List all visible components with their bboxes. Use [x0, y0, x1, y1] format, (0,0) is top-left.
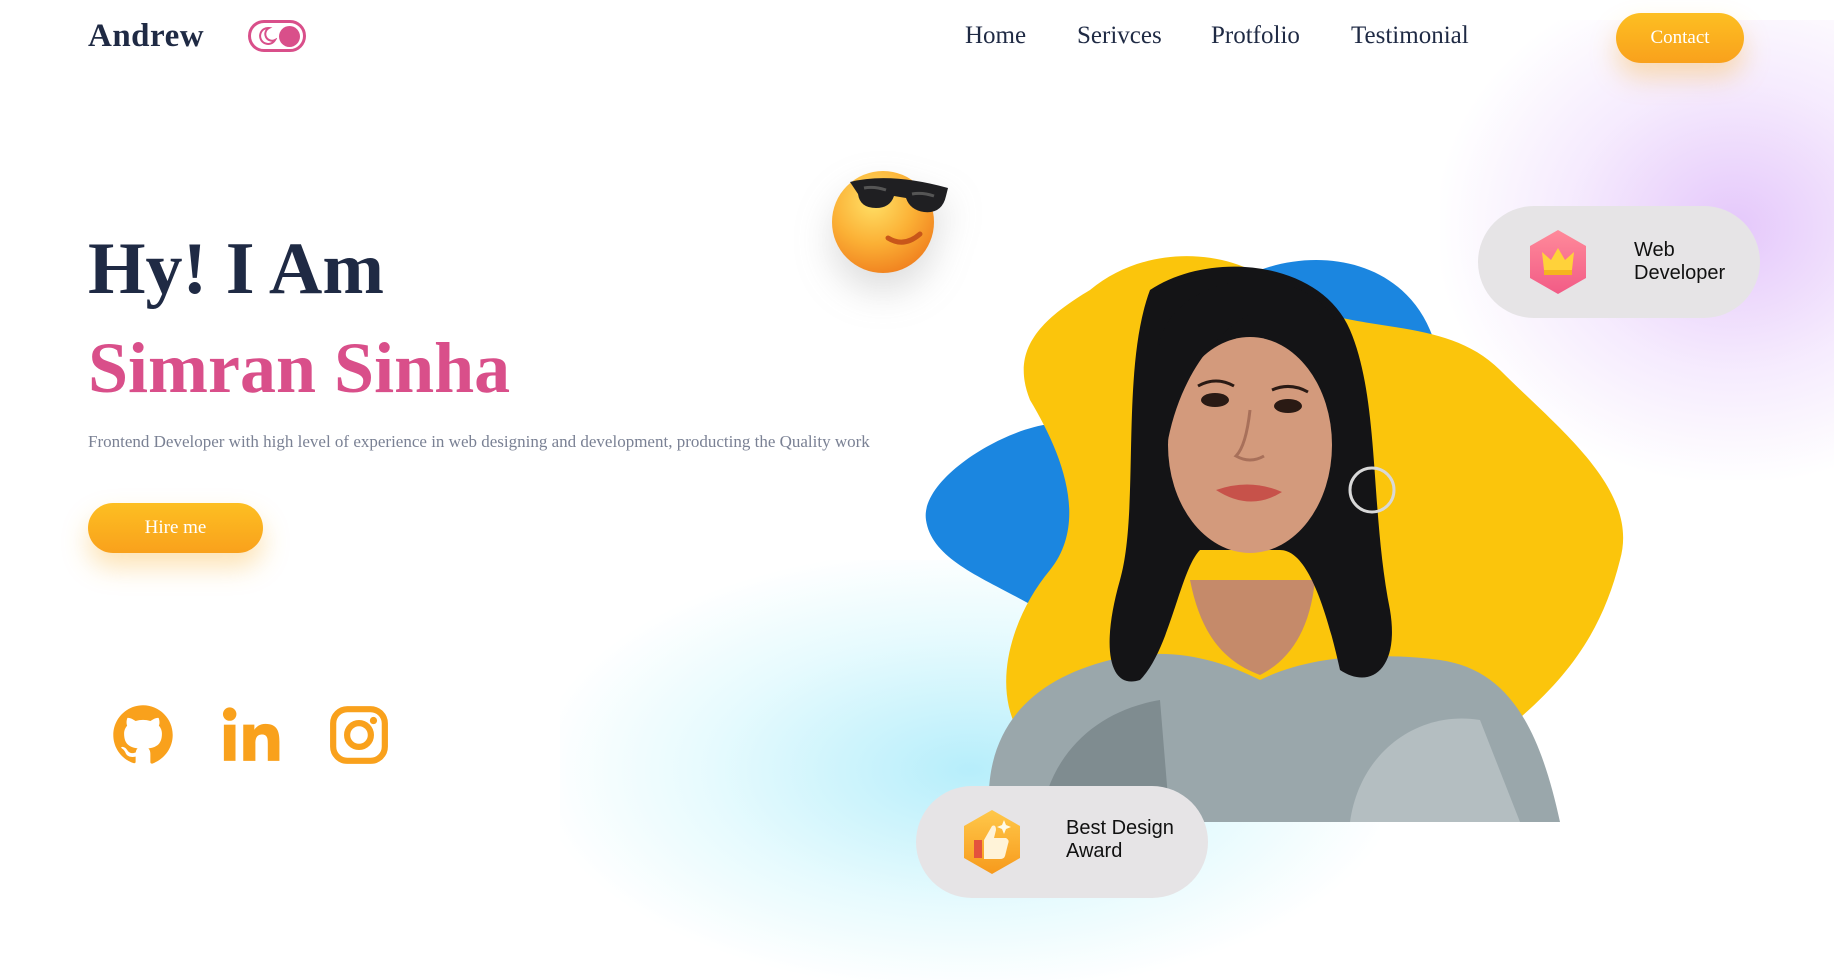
nav-link-portfolio[interactable]: Protfolio [1211, 22, 1300, 50]
badge-role-line-2: Developer [1634, 262, 1726, 284]
web-developer-text: Web Developer [1634, 239, 1744, 285]
nav-link-testimonial[interactable]: Testimonial [1351, 22, 1469, 50]
hero-greeting: Hy! I Am [88, 228, 384, 310]
nav-link-services[interactable]: Serivces [1077, 22, 1162, 50]
badge-award-line-1: Best Design [1066, 817, 1174, 839]
web-developer-badge: Web Developer [1478, 206, 1760, 318]
nav-link-home[interactable]: Home [965, 22, 1026, 50]
badge-award-line-2: Award [1066, 840, 1123, 862]
navbar: Andrew Home Serivces Protfolio Testimoni… [0, 0, 1834, 80]
github-icon[interactable] [112, 704, 174, 766]
instagram-icon[interactable] [328, 704, 390, 766]
logo[interactable]: Andrew [88, 18, 204, 55]
theme-toggle[interactable] [248, 20, 306, 52]
hero-name: Simran Sinha [88, 328, 511, 408]
badge-role-line-1: Web [1634, 239, 1675, 261]
best-design-award-badge: Best Design Award [916, 786, 1208, 898]
moon-icon [259, 26, 277, 45]
hire-me-button[interactable]: Hire me [88, 503, 263, 553]
linkedin-icon[interactable] [220, 704, 282, 766]
best-design-award-text: Best Design Award [1066, 817, 1196, 863]
crown-icon [1530, 230, 1586, 294]
contact-button[interactable]: Contact [1616, 13, 1744, 63]
thumbs-up-icon [964, 810, 1020, 874]
toggle-knob [279, 26, 300, 47]
hero-description: Frontend Developer with high level of ex… [88, 432, 870, 451]
profile-portrait [925, 256, 1624, 822]
